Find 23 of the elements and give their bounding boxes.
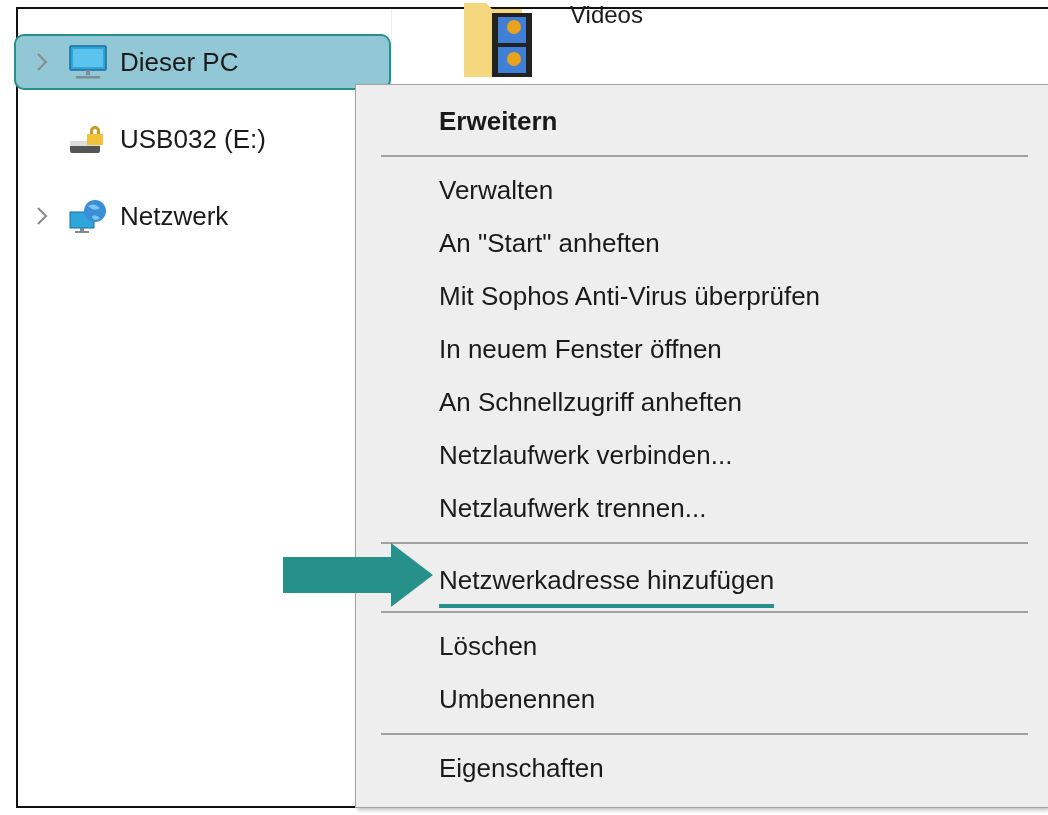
menu-item[interactable]: Netzlaufwerk verbinden... (439, 436, 733, 475)
menu-item[interactable]: Löschen (439, 627, 538, 666)
nav-item-label: USB032 (E:) (120, 122, 266, 156)
chevron-icon (34, 206, 50, 226)
menu-item[interactable]: An "Start" anheften (439, 224, 660, 263)
nav-item[interactable]: USB032 (E:) (14, 111, 391, 167)
menu-item[interactable]: In neuem Fenster öffnen (439, 330, 722, 369)
menu-item[interactable]: Erweitern (439, 102, 558, 141)
folder-label[interactable]: Videos (570, 3, 643, 27)
nav-item[interactable]: Dieser PC (14, 34, 391, 90)
menu-item[interactable]: Eigenschaften (439, 749, 604, 788)
menu-item[interactable]: An Schnellzugriff anheften (439, 383, 743, 422)
video-folder-icon (462, 0, 532, 79)
menu-item[interactable]: Umbenennen (439, 680, 596, 719)
menu-item[interactable]: Mit Sophos Anti-Virus überprüfen (439, 277, 821, 316)
computer-icon (68, 44, 108, 80)
nav-item[interactable]: Netzwerk (14, 188, 391, 244)
nav-item-label: Dieser PC (120, 45, 239, 79)
chevron-icon (34, 52, 50, 72)
network-icon (68, 198, 108, 234)
menu-item[interactable]: Verwalten (439, 171, 554, 210)
nav-item-label: Netzwerk (120, 199, 229, 233)
menu-item[interactable]: Netzlaufwerk trennen... (439, 489, 707, 528)
